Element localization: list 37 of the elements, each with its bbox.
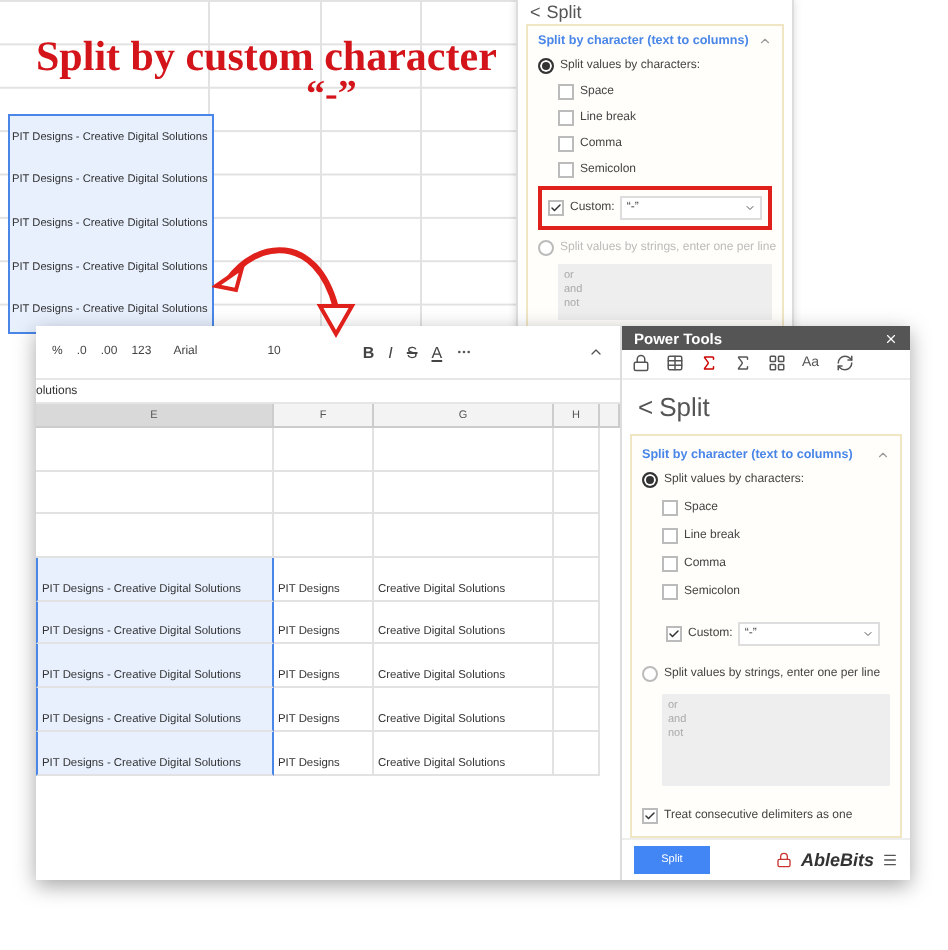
check-icon xyxy=(550,202,562,214)
grid-icon[interactable] xyxy=(768,354,786,373)
panel-title: Split xyxy=(546,2,582,22)
lock-icon[interactable] xyxy=(632,354,650,373)
checkbox[interactable] xyxy=(558,109,574,125)
checkbox[interactable] xyxy=(666,625,682,642)
checkbox[interactable] xyxy=(662,500,678,517)
checkbox[interactable] xyxy=(558,161,574,177)
delimiter-caption: “-” xyxy=(304,78,359,114)
toolbar-button[interactable]: B xyxy=(362,343,375,361)
toolbar-button[interactable]: S xyxy=(406,343,418,361)
radio-button[interactable] xyxy=(642,666,658,683)
radio-button[interactable] xyxy=(538,57,554,73)
close-icon[interactable] xyxy=(884,331,898,346)
brand-logo: AbleBits xyxy=(800,849,874,870)
lock-icon[interactable] xyxy=(776,851,793,868)
checkbox[interactable] xyxy=(548,200,564,216)
headline: Split by custom character xyxy=(34,30,499,78)
checkbox[interactable] xyxy=(558,135,574,151)
menu-icon[interactable] xyxy=(882,851,898,868)
check-icon xyxy=(644,810,656,823)
collapse-icon[interactable] xyxy=(588,344,604,360)
checkbox[interactable] xyxy=(662,584,678,601)
back-link[interactable]: < xyxy=(638,391,654,422)
check-icon xyxy=(668,627,680,640)
checkbox[interactable] xyxy=(662,528,678,545)
table-icon[interactable] xyxy=(666,354,684,373)
refresh-icon[interactable] xyxy=(835,354,854,373)
panel-title: Split xyxy=(659,391,710,422)
checkbox[interactable] xyxy=(662,556,678,573)
checkbox[interactable] xyxy=(558,83,574,99)
back-link[interactable]: < xyxy=(530,2,541,22)
radio-button[interactable] xyxy=(642,472,658,489)
toolbar-button[interactable]: I xyxy=(388,343,393,361)
checkbox[interactable] xyxy=(642,808,658,825)
toolbar-button[interactable]: A xyxy=(431,343,443,361)
radio-button[interactable] xyxy=(538,239,554,255)
